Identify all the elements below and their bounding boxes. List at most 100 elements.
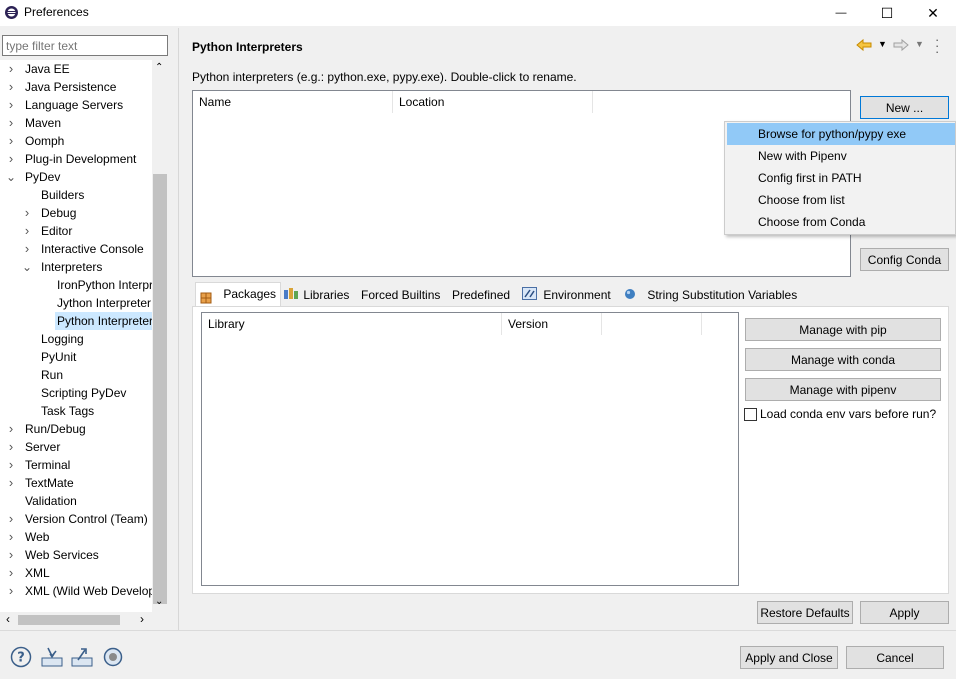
cancel-button[interactable]: Cancel: [846, 646, 944, 669]
restore-defaults-button[interactable]: Restore Defaults: [757, 601, 853, 624]
chevron-right-icon[interactable]: ›: [22, 204, 32, 222]
tree-item-label: TextMate: [25, 476, 74, 490]
scroll-down-icon[interactable]: ⌄: [155, 596, 163, 607]
tab-string-substitution[interactable]: String Substitution Variables: [620, 284, 801, 306]
menu-item[interactable]: Choose from Conda: [727, 211, 955, 233]
menu-item[interactable]: New with Pipenv: [727, 145, 955, 167]
maximize-button[interactable]: ☐: [864, 0, 910, 26]
tree-item-label: Task Tags: [41, 404, 95, 418]
tree-horizontal-scrollbar[interactable]: ‹ ›: [2, 612, 154, 628]
manage-with-pipenv-button[interactable]: Manage with pipenv: [745, 378, 941, 401]
conda-env-label[interactable]: Load conda env vars before run?: [760, 407, 936, 421]
tree-item-label: Java Persistence: [25, 80, 117, 94]
export-icon[interactable]: [70, 646, 94, 668]
chevron-right-icon[interactable]: ›: [6, 456, 16, 474]
scroll-right-icon[interactable]: ›: [140, 612, 144, 626]
chevron-right-icon[interactable]: ›: [6, 420, 16, 438]
forward-arrow-icon[interactable]: [893, 38, 909, 55]
column-header-library[interactable]: Library: [202, 313, 502, 335]
menu-item[interactable]: Config first in PATH: [727, 167, 955, 189]
libraries-icon: [284, 285, 300, 307]
title-bar: Preferences — ☐ ✕: [0, 0, 956, 26]
tab-environment[interactable]: Environment: [518, 284, 615, 306]
chevron-right-icon[interactable]: ›: [6, 96, 16, 114]
chevron-right-icon[interactable]: ›: [6, 132, 16, 150]
chevron-down-icon[interactable]: ⌄: [22, 258, 32, 276]
minimize-icon: —: [835, 7, 847, 19]
column-header-name[interactable]: Name: [193, 91, 393, 113]
new-interpreter-button[interactable]: New ...: [860, 96, 949, 119]
tree-item-label: Python Interpreter: [55, 312, 152, 330]
scroll-up-icon[interactable]: ⌃: [155, 62, 163, 73]
chevron-right-icon[interactable]: ›: [22, 240, 32, 258]
menu-item[interactable]: Choose from list: [727, 189, 955, 211]
manage-with-pip-button[interactable]: Manage with pip: [745, 318, 941, 341]
tree-item-label: Jython Interpreter: [57, 296, 152, 310]
tree-item-label: Java EE: [25, 62, 70, 76]
tree-item-label: Version Control (Team): [25, 512, 148, 526]
conda-env-checkbox[interactable]: [744, 408, 757, 421]
view-menu-icon[interactable]: · · ·: [935, 33, 939, 58]
tree-item-label: Run: [41, 368, 64, 382]
tree-vertical-scrollbar[interactable]: ⌃ ⌄: [152, 60, 168, 612]
chevron-right-icon[interactable]: ›: [6, 114, 16, 132]
back-dropdown-icon[interactable]: ▼: [878, 39, 887, 49]
library-table[interactable]: Library Version: [201, 312, 739, 586]
chevron-right-icon[interactable]: ›: [6, 546, 16, 564]
maximize-icon: ☐: [880, 4, 894, 21]
chevron-right-icon[interactable]: ›: [6, 150, 16, 168]
tab-libraries[interactable]: Libraries: [280, 284, 353, 306]
tree-item-label: Language Servers: [25, 98, 124, 112]
scroll-left-icon[interactable]: ‹: [6, 612, 10, 626]
eclipse-icon: [4, 5, 19, 20]
chevron-right-icon[interactable]: ›: [6, 78, 16, 96]
tab-label: Packages: [223, 287, 277, 301]
chevron-right-icon[interactable]: ›: [6, 60, 16, 78]
tree-item-label: XML (Wild Web Developer): [25, 584, 152, 598]
filter-input[interactable]: [2, 35, 168, 56]
back-arrow-icon[interactable]: [856, 38, 872, 55]
chevron-right-icon[interactable]: ›: [22, 222, 32, 240]
sash-divider[interactable]: [178, 28, 179, 630]
import-icon[interactable]: [40, 646, 64, 668]
minimize-button[interactable]: —: [818, 0, 864, 26]
config-conda-button[interactable]: Config Conda: [860, 248, 949, 271]
tab-forced-builtins[interactable]: Forced Builtins: [357, 284, 444, 306]
tree-item-label: Debug: [41, 206, 77, 220]
column-header-empty: [602, 313, 702, 335]
chevron-right-icon[interactable]: ›: [6, 564, 16, 582]
close-icon: ✕: [927, 4, 939, 21]
chevron-down-icon[interactable]: ⌄: [6, 168, 16, 186]
tab-packages[interactable]: Packages: [195, 282, 282, 307]
chevron-right-icon[interactable]: ›: [6, 438, 16, 456]
new-interpreter-menu: Browse for python/pypy exe New with Pipen…: [724, 121, 956, 235]
variables-icon: [624, 285, 644, 307]
scrollbar-thumb[interactable]: [18, 615, 120, 625]
scrollbar-thumb[interactable]: [153, 174, 167, 604]
close-button[interactable]: ✕: [910, 0, 956, 26]
tab-label: Predefined: [452, 288, 511, 302]
preferences-tree: › Java EE › Java Persistence › Language Serve…: [0, 60, 152, 612]
environment-icon: [522, 285, 540, 307]
help-icon[interactable]: ?: [10, 646, 32, 668]
column-header-version[interactable]: Version: [502, 313, 602, 335]
chevron-right-icon[interactable]: ›: [6, 528, 16, 546]
chevron-right-icon[interactable]: ›: [6, 474, 16, 492]
tab-label: String Substitution Variables: [647, 288, 798, 302]
window-title: Preferences: [24, 5, 89, 19]
record-icon[interactable]: [103, 647, 123, 667]
tab-label: Libraries: [303, 288, 350, 302]
tab-label: Environment: [543, 288, 611, 302]
chevron-right-icon[interactable]: ›: [6, 582, 16, 600]
forward-dropdown-icon[interactable]: ▼: [915, 39, 924, 49]
page-description: Python interpreters (e.g.: python.exe, p…: [192, 70, 577, 84]
manage-with-conda-button[interactable]: Manage with conda: [745, 348, 941, 371]
tree-item-label: Oomph: [25, 134, 65, 148]
tree-item-label: Plug-in Development: [25, 152, 137, 166]
tab-predefined[interactable]: Predefined: [448, 284, 514, 306]
apply-and-close-button[interactable]: Apply and Close: [740, 646, 838, 669]
chevron-right-icon[interactable]: ›: [6, 510, 16, 528]
column-header-location[interactable]: Location: [393, 91, 593, 113]
menu-item[interactable]: Browse for python/pypy exe: [727, 123, 955, 145]
apply-button[interactable]: Apply: [860, 601, 949, 624]
